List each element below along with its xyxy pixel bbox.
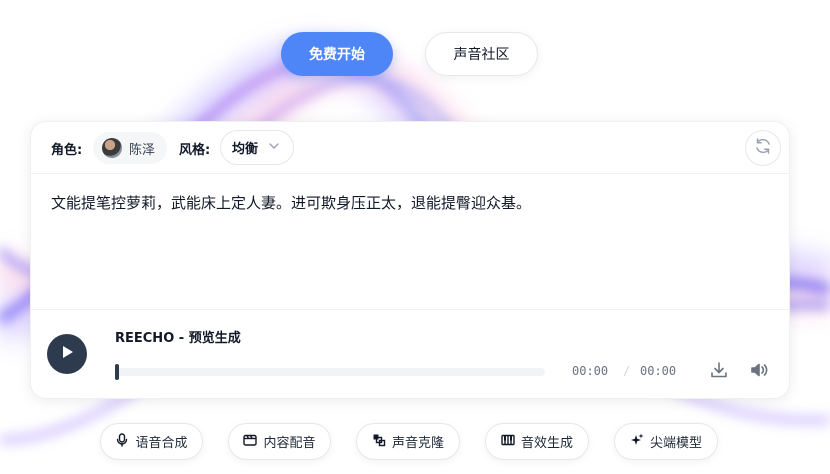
feature-label: 声音克隆 <box>391 436 444 451</box>
volume-icon <box>749 360 769 384</box>
tts-card: 角色: 陈泽 风格: 均衡 文能提笔控萝莉，武能床上定人妻。进可欺身压正太，退能… <box>30 121 790 399</box>
style-value: 均衡 <box>232 142 259 157</box>
role-selector[interactable]: 陈泽 <box>93 132 167 164</box>
style-label: 风格: <box>179 143 211 158</box>
feature-tts-button[interactable]: 语音合成 <box>100 423 203 460</box>
microphone-icon <box>115 432 129 451</box>
text-input[interactable]: 文能提笔控萝莉，武能床上定人妻。进可欺身压正太，退能提臀迎众基。 <box>51 192 771 214</box>
current-time: 00:00 <box>572 364 609 378</box>
sparkles-icon <box>630 433 644 451</box>
role-label: 角色: <box>51 143 83 158</box>
feature-buttons: 语音合成 内容配音 声音克隆 音效生成 尖端模型 <box>0 423 830 460</box>
play-button[interactable] <box>47 334 87 374</box>
feature-models-button[interactable]: 尖端模型 <box>614 423 718 460</box>
role-name: 陈泽 <box>129 142 156 158</box>
volume-button[interactable] <box>748 361 770 383</box>
style-select[interactable]: 均衡 <box>220 130 294 165</box>
settings-row: 角色: 陈泽 风格: 均衡 <box>31 122 789 174</box>
feature-sfx-button[interactable]: 音效生成 <box>485 423 589 460</box>
time-separator: / <box>623 364 631 378</box>
refresh-button[interactable] <box>745 130 781 166</box>
start-free-button[interactable]: 免费开始 <box>281 32 393 76</box>
clapperboard-icon <box>243 433 258 451</box>
voice-community-button[interactable]: 声音社区 <box>425 32 538 76</box>
progress-bar[interactable] <box>115 364 545 380</box>
feature-label: 语音合成 <box>135 436 188 451</box>
refresh-icon <box>753 136 773 160</box>
piano-icon <box>501 433 515 451</box>
feature-label: 内容配音 <box>263 436 316 451</box>
download-icon <box>709 360 729 384</box>
avatar <box>102 138 122 158</box>
play-icon <box>59 344 75 364</box>
feature-dubbing-button[interactable]: 内容配音 <box>228 423 331 460</box>
progress-handle[interactable] <box>115 364 119 380</box>
clone-icon <box>372 433 386 451</box>
download-button[interactable] <box>708 361 730 383</box>
feature-label: 尖端模型 <box>649 436 702 451</box>
chevron-down-icon <box>268 140 280 155</box>
feature-clone-button[interactable]: 声音克隆 <box>356 423 460 460</box>
audio-player: REECHO - 预览生成 00:00 / 00:00 <box>31 309 789 400</box>
feature-label: 音效生成 <box>520 436 573 451</box>
player-title: REECHO - 预览生成 <box>115 331 241 346</box>
top-buttons: 免费开始 声音社区 <box>0 32 830 76</box>
duration-time: 00:00 <box>640 364 677 378</box>
